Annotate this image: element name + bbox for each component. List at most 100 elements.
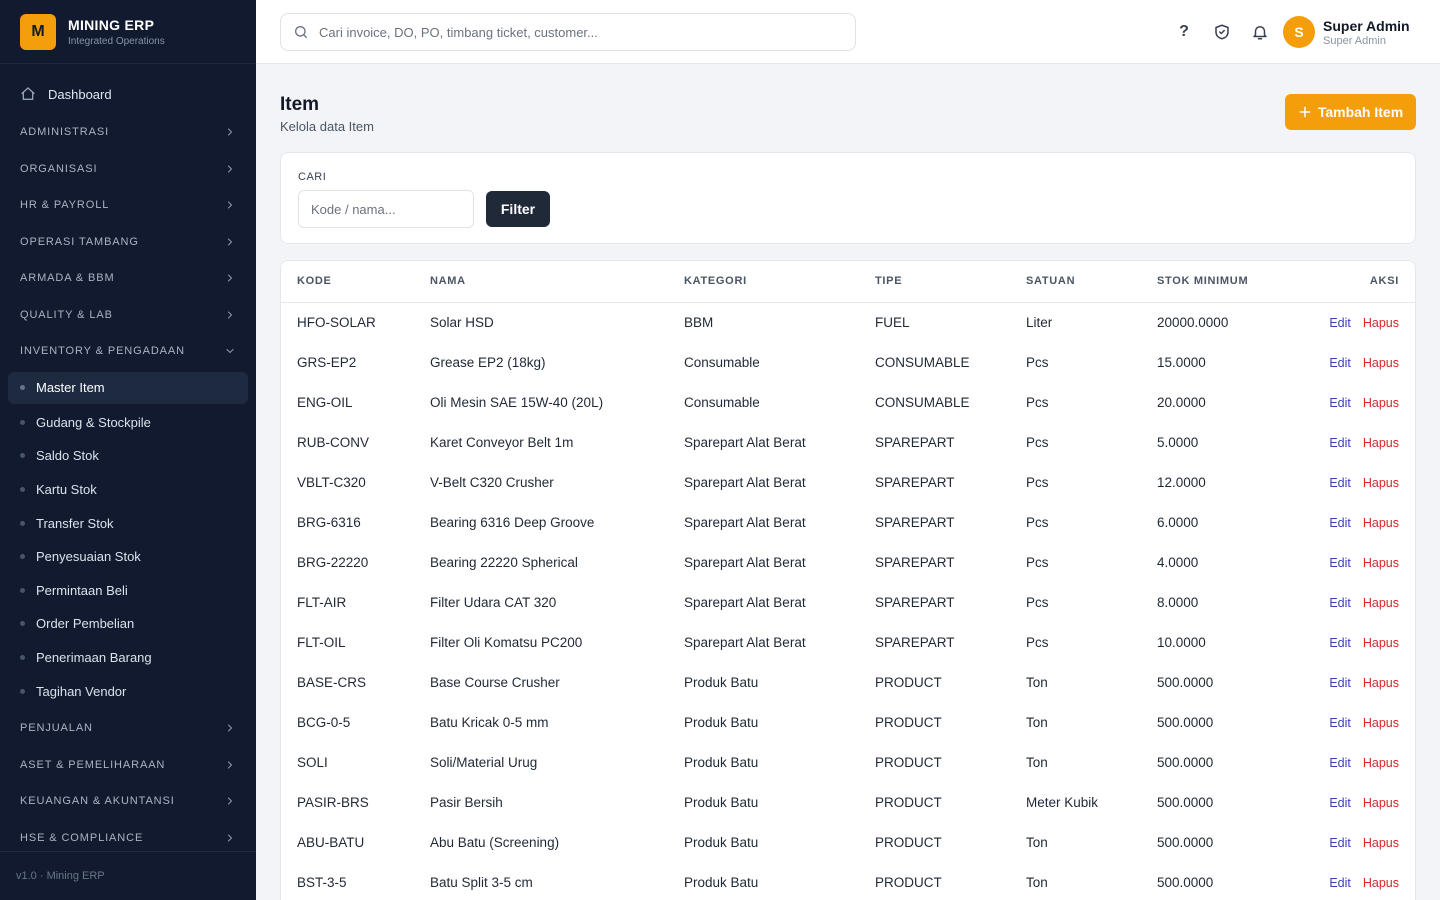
edit-link[interactable]: Edit	[1329, 636, 1351, 650]
sidebar-sub-item[interactable]: Penyesuaian Stok	[8, 540, 248, 574]
cell-stok-minimum: 500.0000	[1157, 714, 1214, 730]
bell-icon[interactable]	[1248, 20, 1272, 44]
edit-link[interactable]: Edit	[1329, 556, 1351, 570]
edit-link[interactable]: Edit	[1329, 436, 1351, 450]
sidebar-sub-item-label: Tagihan Vendor	[36, 683, 127, 699]
sidebar-sub-item[interactable]: Saldo Stok	[8, 439, 248, 473]
brand-logo: M	[20, 13, 56, 50]
sidebar-group[interactable]: KEUANGAN & AKUNTANSI	[0, 783, 256, 820]
delete-link[interactable]: Hapus	[1363, 676, 1399, 690]
cell-aksi: Edit Hapus	[1307, 662, 1415, 702]
sidebar-item-dashboard[interactable]: Dashboard	[0, 76, 256, 112]
chevron-right-icon	[227, 761, 233, 769]
avatar: S	[1283, 16, 1315, 48]
bullet-icon	[20, 385, 25, 390]
sidebar-group[interactable]: OPERASI TAMBANG	[0, 224, 256, 261]
cell-kode: BCG-0-5	[297, 714, 351, 730]
cell-kode: VBLT-C320	[297, 474, 366, 490]
delete-link[interactable]: Hapus	[1363, 636, 1399, 650]
sidebar-group[interactable]: ADMINISTRASI	[0, 114, 256, 151]
cell-tipe: PRODUCT	[875, 754, 942, 770]
edit-link[interactable]: Edit	[1329, 876, 1351, 890]
edit-link[interactable]: Edit	[1329, 316, 1351, 330]
user-menu[interactable]: S Super Admin Super Admin	[1283, 16, 1410, 48]
table-row: GRS-EP2 Grease EP2 (18kg) Consumable CONSUM…	[281, 342, 1415, 382]
cell-kode: FLT-OIL	[297, 634, 346, 650]
help-icon[interactable]: ?	[1172, 20, 1196, 44]
filter-button[interactable]: Filter	[486, 191, 550, 227]
cell-kode: BST-3-5	[297, 874, 347, 890]
bullet-icon	[20, 587, 25, 593]
edit-link[interactable]: Edit	[1329, 676, 1351, 690]
cell-stok-minimum: 20000.0000	[1157, 314, 1229, 330]
table-row: BST-3-5 Batu Split 3-5 cm Produk Batu PRODU…	[281, 862, 1415, 900]
sidebar-group[interactable]: QUALITY & LAB	[0, 297, 256, 334]
delete-link[interactable]: Hapus	[1363, 556, 1399, 570]
sidebar-sub-item[interactable]: Tagihan Vendor	[8, 674, 248, 708]
sidebar-sub-item[interactable]: Transfer Stok	[8, 506, 248, 540]
sidebar-group[interactable]: HR & PAYROLL	[0, 187, 256, 224]
global-search-input[interactable]	[319, 24, 839, 40]
cell-tipe: PRODUCT	[875, 794, 942, 810]
sidebar-group[interactable]: ORGANISASI	[0, 151, 256, 188]
cell-tipe: CONSUMABLE	[875, 394, 970, 410]
edit-link[interactable]: Edit	[1329, 516, 1351, 530]
cell-nama: Grease EP2 (18kg)	[430, 354, 546, 370]
sidebar-group[interactable]: ARMADA & BBM	[0, 260, 256, 297]
edit-link[interactable]: Edit	[1329, 796, 1351, 810]
cell-satuan: Ton	[1026, 714, 1048, 730]
sidebar-sub-item[interactable]: Order Pembelian	[8, 607, 248, 641]
edit-link[interactable]: Edit	[1329, 596, 1351, 610]
edit-link[interactable]: Edit	[1329, 836, 1351, 850]
bullet-icon	[20, 453, 25, 459]
sidebar-group-open[interactable]: INVENTORY & PENGADAAN	[0, 333, 256, 370]
cell-kategori: Sparepart Alat Berat	[684, 514, 806, 530]
filter-search-input[interactable]	[298, 190, 474, 228]
cell-tipe: PRODUCT	[875, 874, 942, 890]
cell-nama: Solar HSD	[430, 314, 494, 330]
edit-link[interactable]: Edit	[1329, 716, 1351, 730]
cell-kode: BASE-CRS	[297, 674, 367, 690]
delete-link[interactable]: Hapus	[1363, 796, 1399, 810]
delete-link[interactable]: Hapus	[1363, 596, 1399, 610]
cell-satuan: Pcs	[1026, 634, 1049, 650]
cell-kategori: Produk Batu	[684, 794, 759, 810]
delete-link[interactable]: Hapus	[1363, 436, 1399, 450]
cell-aksi: Edit Hapus	[1307, 862, 1415, 900]
cell-tipe: CONSUMABLE	[875, 354, 970, 370]
sidebar-sub-item[interactable]: Kartu Stok	[8, 473, 248, 507]
delete-link[interactable]: Hapus	[1363, 516, 1399, 530]
cell-kode: SOLI	[297, 754, 328, 770]
edit-link[interactable]: Edit	[1329, 476, 1351, 490]
cell-tipe: SPAREPART	[875, 554, 955, 570]
add-item-label: Tambah Item	[1317, 104, 1404, 120]
delete-link[interactable]: Hapus	[1363, 316, 1399, 330]
sidebar-sub-item[interactable]: Penerimaan Barang	[8, 641, 248, 675]
sidebar-sub-item[interactable]: Master Item	[8, 371, 248, 404]
delete-link[interactable]: Hapus	[1363, 836, 1399, 850]
delete-link[interactable]: Hapus	[1363, 756, 1399, 770]
top-bar: ? S Super Admin Super Admin	[256, 0, 1440, 64]
sidebar-group[interactable]: ASET & PEMELIHARAAN	[0, 746, 256, 783]
cell-stok-minimum: 500.0000	[1157, 874, 1214, 890]
sidebar-group[interactable]: PENJUALAN	[0, 710, 256, 747]
sidebar-sub-item-label: Order Pembelian	[36, 616, 135, 632]
brand[interactable]: M MINING ERP Integrated Operations	[0, 0, 256, 64]
delete-link[interactable]: Hapus	[1363, 876, 1399, 890]
shield-check-icon[interactable]	[1210, 20, 1234, 44]
add-item-button[interactable]: Tambah Item	[1285, 94, 1416, 130]
edit-link[interactable]: Edit	[1329, 396, 1351, 410]
edit-link[interactable]: Edit	[1329, 756, 1351, 770]
sidebar-version: v1.0 · Mining ERP	[0, 851, 256, 900]
delete-link[interactable]: Hapus	[1363, 356, 1399, 370]
sidebar-sub-item[interactable]: Gudang & Stockpile	[8, 406, 248, 440]
edit-link[interactable]: Edit	[1329, 356, 1351, 370]
delete-link[interactable]: Hapus	[1363, 396, 1399, 410]
sidebar-sub-item[interactable]: Permintaan Beli	[8, 573, 248, 607]
table-row: BCG-0-5 Batu Kricak 0-5 mm Produk Batu PROD…	[281, 702, 1415, 742]
global-search[interactable]	[280, 13, 856, 51]
cell-kategori: Sparepart Alat Berat	[684, 634, 806, 650]
delete-link[interactable]: Hapus	[1363, 716, 1399, 730]
cell-nama: Abu Batu (Screening)	[430, 834, 560, 850]
delete-link[interactable]: Hapus	[1363, 476, 1399, 490]
